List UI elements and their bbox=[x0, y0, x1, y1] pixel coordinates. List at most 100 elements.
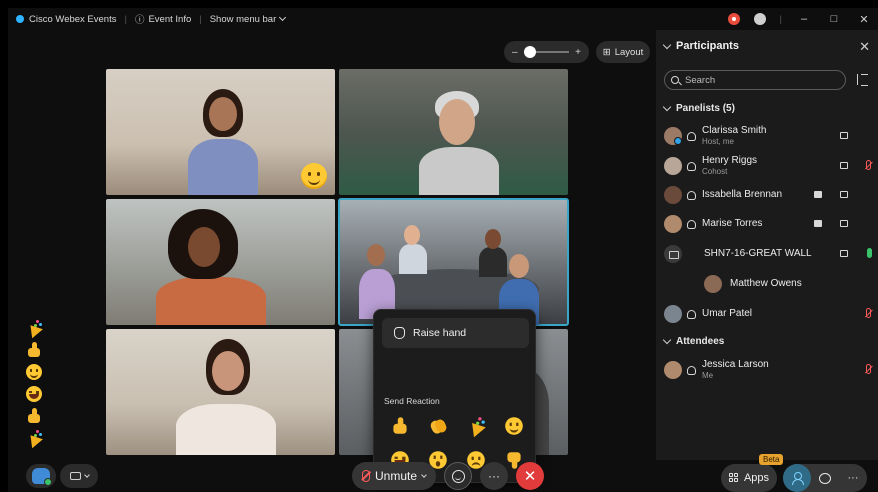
party-reaction-button[interactable] bbox=[462, 414, 490, 438]
panel-toggle-group: ··· bbox=[783, 464, 867, 492]
host-badge-icon bbox=[674, 137, 682, 145]
thumbs-up-reaction-button[interactable] bbox=[386, 414, 414, 438]
video-tile[interactable] bbox=[106, 69, 335, 195]
title-bar: Cisco Webex Events | ⓘ Event Info | Show… bbox=[8, 8, 878, 30]
reaction-icon bbox=[451, 469, 465, 483]
minimize-button[interactable]: – bbox=[796, 13, 812, 25]
event-info-label: Event Info bbox=[148, 13, 192, 25]
participant-row[interactable]: Issabella Brennan bbox=[664, 181, 870, 209]
layout-button[interactable]: ⊞ Layout bbox=[596, 41, 650, 63]
maximize-button[interactable]: □ bbox=[826, 13, 842, 25]
participant-row[interactable]: Jessica Larson Me bbox=[664, 356, 871, 384]
zoom-slider[interactable] bbox=[523, 46, 570, 58]
participant-name: Clarissa Smith bbox=[702, 125, 767, 136]
event-info-button[interactable]: ⓘ Event Info bbox=[134, 12, 192, 27]
video-tile-active-speaker[interactable] bbox=[338, 198, 569, 326]
more-panels-button[interactable]: ··· bbox=[839, 464, 867, 492]
participants-panel: Participants ✕ Panelists (5) Clarissa Sm… bbox=[656, 30, 878, 460]
chevron-down-icon bbox=[662, 335, 672, 345]
reactions-button[interactable] bbox=[444, 462, 473, 490]
divider: | bbox=[124, 13, 127, 25]
participants-icon bbox=[791, 472, 804, 485]
camera-icon bbox=[840, 220, 848, 227]
sort-icon[interactable] bbox=[856, 74, 868, 86]
participant-row[interactable]: SHN7-16-GREAT WALL bbox=[664, 240, 872, 268]
zoom-in-icon[interactable]: + bbox=[575, 47, 581, 58]
avatar bbox=[664, 305, 682, 323]
annotate-icon[interactable] bbox=[753, 13, 766, 25]
raise-hand-button[interactable]: Raise hand bbox=[382, 318, 529, 348]
device-avatar bbox=[664, 245, 682, 263]
share-icon bbox=[814, 191, 822, 198]
close-window-button[interactable]: ✕ bbox=[856, 13, 872, 26]
video-stage: – + ⊞ Layout Raise hand Send Reaction Un… bbox=[8, 30, 656, 492]
participant-search[interactable] bbox=[664, 70, 846, 90]
captions-button[interactable] bbox=[60, 464, 98, 488]
participants-toggle-button[interactable] bbox=[783, 464, 811, 492]
zoom-out-icon[interactable]: – bbox=[512, 47, 518, 58]
panelists-header: Panelists (5) bbox=[676, 103, 735, 114]
avatar bbox=[664, 157, 682, 175]
zoom-slider-handle[interactable] bbox=[523, 46, 536, 58]
webex-assistant-button[interactable] bbox=[26, 464, 56, 488]
show-menu-bar-label: Show menu bar bbox=[209, 13, 277, 25]
chevron-down-icon[interactable] bbox=[421, 471, 427, 478]
participant-name: Henry Riggs bbox=[702, 155, 758, 166]
mic-active-icon bbox=[867, 248, 872, 258]
participant-role: Me bbox=[702, 371, 714, 380]
avatar bbox=[664, 127, 682, 145]
smile-reaction-button[interactable] bbox=[500, 414, 528, 438]
headset-icon bbox=[687, 131, 696, 141]
clap-icon bbox=[429, 417, 447, 435]
laugh-reaction-icon bbox=[26, 386, 42, 402]
headset-icon bbox=[687, 309, 696, 319]
chevron-down-icon bbox=[662, 40, 672, 49]
participant-row[interactable]: Matthew Owens bbox=[704, 270, 870, 298]
apps-button[interactable]: Beta Apps bbox=[721, 454, 784, 492]
attendees-section-header[interactable]: Attendees bbox=[662, 335, 724, 347]
camera-icon bbox=[840, 162, 848, 169]
apps-label: Apps bbox=[743, 472, 770, 484]
panelists-section-header[interactable]: Panelists (5) bbox=[662, 102, 735, 114]
grid-icon: ⊞ bbox=[602, 46, 611, 58]
participant-name: Umar Patel bbox=[702, 308, 753, 319]
participant-row[interactable]: Marise Torres bbox=[664, 210, 870, 238]
info-icon: ⓘ bbox=[134, 15, 145, 26]
camera-icon bbox=[840, 250, 848, 257]
video-tile[interactable] bbox=[106, 199, 335, 325]
participant-row[interactable]: Henry Riggs Cohost bbox=[664, 152, 871, 180]
bottom-right-controls: Beta Apps ··· bbox=[721, 454, 867, 492]
smile-icon bbox=[505, 417, 523, 435]
participant-name: SHN7-16-GREAT WALL bbox=[704, 248, 812, 259]
zoom-control[interactable]: – + bbox=[504, 41, 589, 63]
avatar bbox=[704, 275, 722, 293]
panel-header[interactable]: Participants bbox=[662, 40, 739, 52]
show-menu-bar-button[interactable]: Show menu bar bbox=[209, 13, 287, 25]
participant-name: Jessica Larson bbox=[702, 359, 769, 370]
mic-muted-icon bbox=[866, 160, 871, 170]
participant-row[interactable]: Clarissa Smith Host, me bbox=[664, 122, 870, 150]
end-call-button[interactable]: ✕ bbox=[516, 462, 545, 490]
reaction-stream bbox=[24, 320, 44, 446]
clap-reaction-button[interactable] bbox=[424, 414, 452, 438]
share-icon bbox=[814, 220, 822, 227]
recording-icon[interactable] bbox=[727, 13, 740, 25]
party-icon bbox=[467, 417, 485, 435]
participant-row[interactable]: Umar Patel bbox=[664, 300, 871, 328]
more-options-button[interactable]: ··· bbox=[480, 462, 509, 490]
search-input[interactable] bbox=[685, 74, 835, 86]
video-tile[interactable] bbox=[339, 69, 568, 195]
apps-icon bbox=[728, 473, 739, 483]
avatar bbox=[664, 186, 682, 204]
divider: | bbox=[199, 13, 202, 25]
close-panel-button[interactable]: ✕ bbox=[859, 39, 870, 55]
chat-icon bbox=[819, 472, 831, 484]
panel-title: Participants bbox=[676, 40, 739, 52]
video-tile[interactable] bbox=[106, 329, 335, 455]
divider: | bbox=[779, 13, 782, 25]
mic-muted-icon bbox=[866, 308, 871, 318]
unmute-button[interactable]: Unmute bbox=[352, 462, 437, 490]
chat-toggle-button[interactable] bbox=[811, 464, 839, 492]
reactions-popover: Raise hand Send Reaction bbox=[373, 309, 536, 483]
avatar bbox=[664, 215, 682, 233]
